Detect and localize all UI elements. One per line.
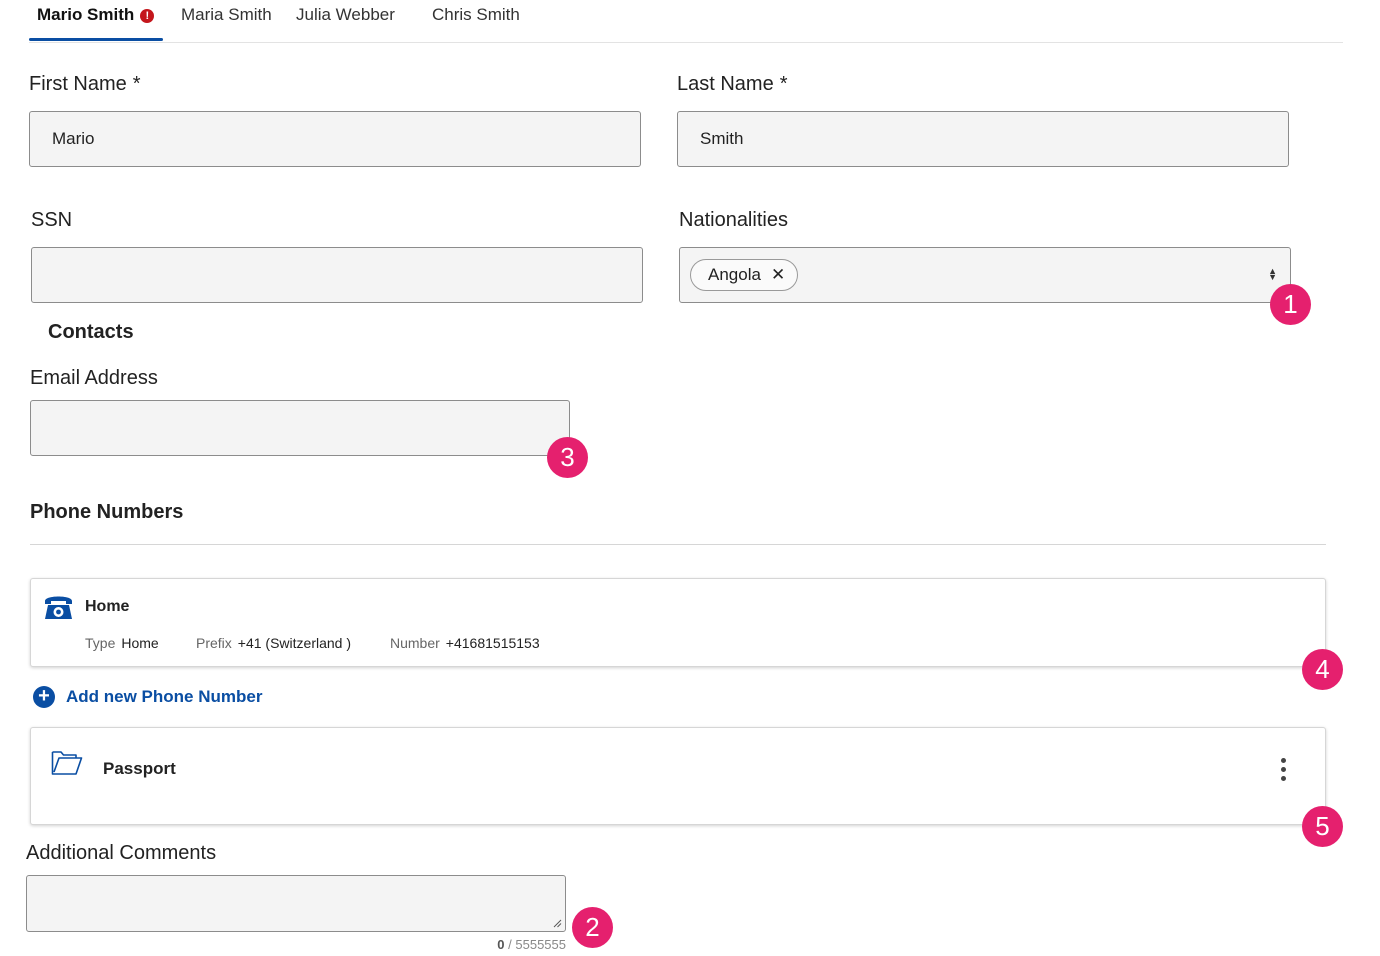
badge-1: 1 — [1270, 284, 1311, 325]
last-name-value: Smith — [700, 129, 744, 148]
first-name-label-text: First Name — [29, 73, 127, 95]
person-tabs: Mario Smith! Maria Smith Julia Webber Ch… — [29, 0, 1343, 43]
section-divider — [30, 544, 1326, 545]
badge-4: 4 — [1302, 649, 1343, 690]
tab-julia-webber[interactable]: Julia Webber — [296, 5, 395, 41]
nationalities-select[interactable]: Angola ✕ ▲ ▼ — [679, 247, 1291, 303]
phone-card-title: Home — [85, 598, 130, 615]
first-name-input[interactable]: Mario — [29, 111, 641, 167]
type-value: Home — [121, 635, 159, 651]
phone-numbers-title: Phone Numbers — [30, 501, 184, 523]
tab-label: Maria Smith — [181, 5, 272, 24]
tab-mario-smith[interactable]: Mario Smith! — [37, 5, 155, 41]
required-mark: * — [132, 73, 141, 95]
tab-label: Chris Smith — [432, 5, 520, 24]
phone-prefix: Prefix +41 (Switzerland ) — [196, 635, 351, 651]
badge-3: 3 — [547, 437, 588, 478]
last-name-label-text: Last Name — [677, 73, 774, 95]
badge-2: 2 — [572, 907, 613, 948]
remove-chip-icon[interactable]: ✕ — [771, 265, 785, 285]
counter-current: 0 — [497, 937, 505, 952]
tab-label: Julia Webber — [296, 5, 395, 24]
phone-card[interactable]: Home Type Home Prefix +41 (Switzerland ) N… — [30, 578, 1326, 667]
tab-maria-smith[interactable]: Maria Smith — [181, 5, 272, 41]
phone-icon — [45, 596, 72, 619]
counter-max: / 5555555 — [508, 937, 566, 952]
document-card[interactable]: Passport — [30, 727, 1326, 825]
document-title: Passport — [103, 759, 176, 778]
number-value: +41681515153 — [445, 635, 540, 651]
phone-number: Number +41681515153 — [390, 635, 540, 651]
folder-icon — [51, 751, 83, 775]
tab-chris-smith[interactable]: Chris Smith — [432, 5, 520, 41]
prefix-value: +41 (Switzerland ) — [237, 635, 352, 651]
add-phone-label: Add new Phone Number — [66, 687, 263, 706]
email-label: Email Address — [30, 367, 158, 389]
first-name-value: Mario — [52, 129, 95, 148]
sort-arrows-icon[interactable]: ▲ ▼ — [1268, 267, 1277, 282]
ssn-input[interactable] — [31, 247, 643, 303]
character-counter: 0 / 5555555 — [440, 937, 566, 952]
first-name-label: First Name * — [29, 73, 141, 96]
contacts-title: Contacts — [48, 321, 134, 343]
prefix-label: Prefix — [196, 635, 232, 651]
more-options-icon[interactable] — [1280, 758, 1288, 785]
comments-label: Additional Comments — [26, 842, 217, 864]
last-name-label: Last Name * — [677, 73, 788, 96]
comments-textarea[interactable] — [26, 875, 566, 932]
ssn-label: SSN — [31, 209, 73, 231]
plus-circle-icon: + — [33, 686, 55, 708]
phone-type: Type Home — [85, 635, 159, 651]
resize-handle-icon[interactable] — [553, 919, 562, 928]
error-icon: ! — [140, 9, 155, 23]
nationality-chip: Angola ✕ — [690, 259, 799, 291]
chip-label: Angola — [708, 265, 761, 284]
active-tab-indicator — [29, 38, 163, 41]
tab-label: Mario Smith — [37, 5, 135, 24]
add-phone-number-button[interactable]: + Add new Phone Number — [33, 686, 262, 708]
badge-5: 5 — [1302, 806, 1343, 847]
email-input[interactable] — [30, 400, 570, 456]
nationalities-label: Nationalities — [679, 209, 788, 231]
type-label: Type — [85, 635, 116, 651]
required-mark: * — [779, 73, 788, 95]
number-label: Number — [390, 635, 440, 651]
last-name-input[interactable]: Smith — [677, 111, 1289, 167]
